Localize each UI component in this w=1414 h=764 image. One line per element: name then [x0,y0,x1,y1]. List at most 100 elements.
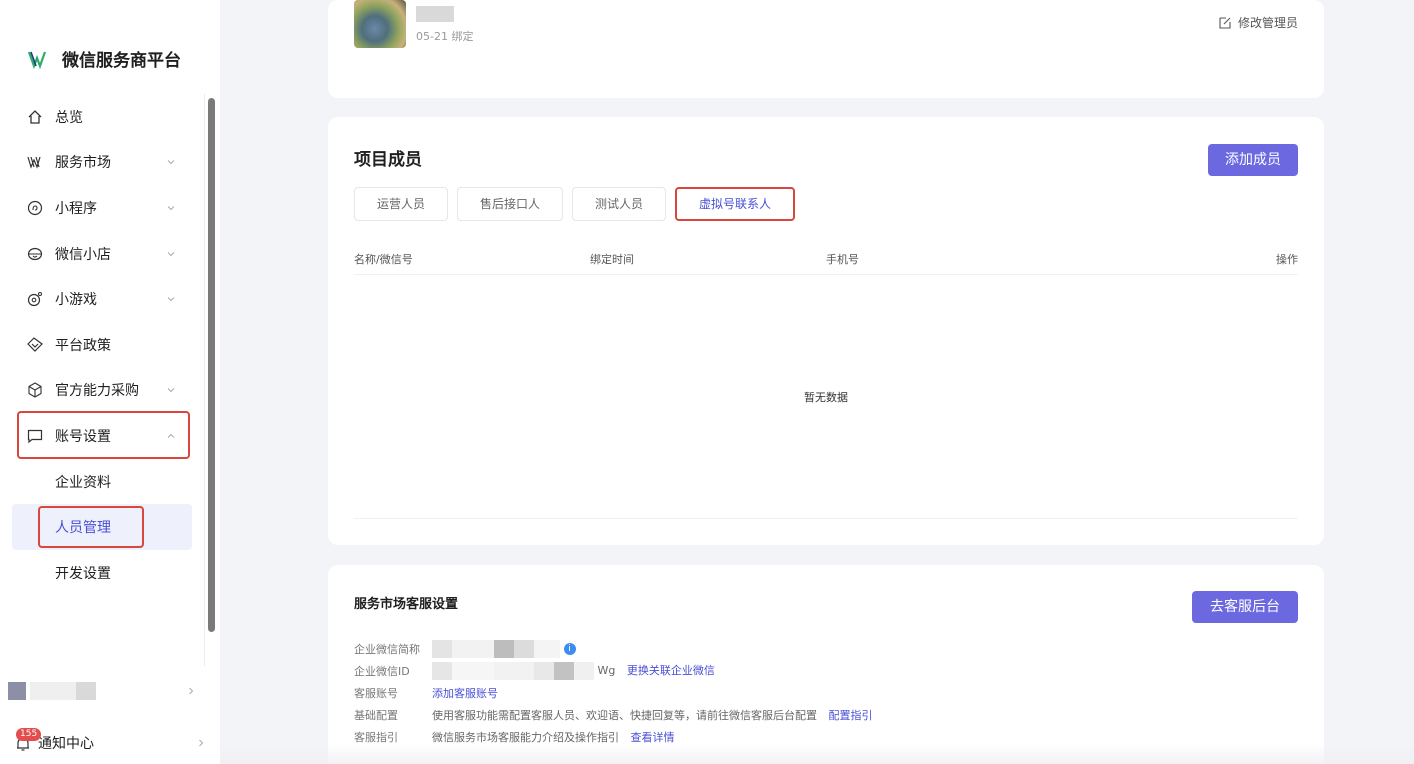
sidebar-subitem-label: 企业资料 [55,474,111,491]
sidebar-item-label: 总览 [55,109,83,126]
guide-text: 微信服务市场客服能力介绍及操作指引 [432,731,619,744]
column-header-name: 名称/微信号 [354,253,413,266]
chevron-down-icon [167,388,175,393]
cs-settings-card: 服务市场客服设置 去客服后台 企业微信简称 i 企业微信ID Wg 更换关联企业… [328,565,1324,764]
go-cs-backend-button[interactable]: 去客服后台 [1192,591,1298,623]
chevron-right-icon [189,687,194,695]
wecom-id-suffix: Wg [597,664,616,677]
cs-row-value: 微信服务市场客服能力介绍及操作指引 查看详情 [432,731,675,745]
notification-badge: 155 [16,728,42,741]
member-tabs: 运营人员 售后接口人 测试人员 虚拟号联系人 [354,187,804,221]
change-wecom-link[interactable]: 更换关联企业微信 [627,664,715,677]
cs-row-label: 客服账号 [354,687,398,700]
sidebar: 微信服务商平台 总览 服务市场 小程序 微信小店 小游戏 平台政策 官方能力采购… [0,0,220,764]
table-header: 名称/微信号 绑定时间 手机号 操作 [354,251,1298,275]
info-icon[interactable]: i [563,643,576,655]
scrollbar-track [204,94,205,666]
blurred-text [432,662,452,680]
account-avatar-blurred [8,682,26,700]
admin-card: 05-21 绑定 修改管理员 [328,0,1324,98]
blurred-text [534,640,560,658]
sidebar-item-shop[interactable]: 微信小店 [12,231,192,277]
sidebar-scrollbar[interactable] [208,98,215,632]
tab-virtual-contacts[interactable]: 虚拟号联系人 [675,187,796,221]
notification-label: 通知中心 [38,736,94,752]
tab-operations[interactable]: 运营人员 [354,187,449,221]
sidebar-item-label: 平台政策 [55,337,111,354]
sidebar-item-miniprogram[interactable]: 小程序 [12,185,192,231]
message-square-icon [26,427,44,445]
sidebar-item-account-settings[interactable]: 账号设置 [12,413,192,459]
chevron-right-icon [199,739,204,747]
chevron-down-icon [167,251,175,256]
miniprogram-icon [26,199,44,217]
blurred-text [494,640,514,658]
sidebar-subitem-label: 开发设置 [55,565,111,582]
sidebar-item-overview[interactable]: 总览 [12,94,192,140]
cs-row-label: 企业微信简称 [354,643,420,656]
config-text: 使用客服功能需配置客服人员、欢迎语、快捷回复等，请前往微信客服后台配置 [432,709,817,722]
sidebar-item-label: 账号设置 [55,428,111,445]
column-header-bind-time: 绑定时间 [590,253,634,266]
sidebar-item-game[interactable]: 小游戏 [12,276,192,322]
members-title: 项目成员 [354,150,422,170]
brand[interactable]: 微信服务商平台 [28,46,181,71]
account-name-blurred [76,682,96,700]
sidebar-item-label: 服务市场 [55,155,111,172]
chevron-down-icon [167,297,175,302]
sidebar-item-policy[interactable]: 平台政策 [12,322,192,368]
sidebar-subitem-company-info[interactable]: 企业资料 [12,459,192,505]
blurred-text [534,662,554,680]
sidebar-item-label: 小游戏 [55,292,97,309]
sidebar-subitem-label: 人员管理 [55,520,111,537]
blurred-text [432,640,452,658]
edit-icon [1219,17,1231,29]
account-switcher[interactable] [8,680,208,704]
view-details-link[interactable]: 查看详情 [631,731,675,744]
sidebar-item-purchase[interactable]: 官方能力采购 [12,368,192,414]
market-icon [26,153,44,171]
wechat-pay-logo-icon [28,51,47,69]
edit-admin-link[interactable]: 修改管理员 [1219,14,1298,31]
config-guide-link[interactable]: 配置指引 [829,709,873,722]
tab-after-sales[interactable]: 售后接口人 [457,187,564,221]
column-header-actions: 操作 [1276,253,1298,266]
admin-name-blurred [416,6,454,22]
add-cs-account-link[interactable]: 添加客服账号 [432,687,498,700]
cs-row-label: 客服指引 [354,731,398,744]
table-divider [354,518,1298,519]
cs-row-value: 使用客服功能需配置客服人员、欢迎语、快捷回复等，请前往微信客服后台配置 配置指引 [432,709,873,723]
chevron-up-icon [167,433,175,438]
admin-avatar [354,0,406,48]
add-member-button[interactable]: 添加成员 [1208,144,1298,176]
sidebar-subitem-dev-settings[interactable]: 开发设置 [12,550,192,596]
edit-admin-label: 修改管理员 [1237,16,1298,30]
admin-bind-date: 05-21 绑定 [416,30,474,43]
blurred-text [452,640,494,658]
blurred-text [452,662,494,680]
brand-name: 微信服务商平台 [62,51,181,71]
cs-row-value: 添加客服账号 [432,687,498,701]
sidebar-item-label: 小程序 [55,200,97,217]
sidebar-item-label: 微信小店 [55,246,111,263]
notification-center[interactable]: 155 通知中心 [16,728,212,756]
cs-row-label: 企业微信ID [354,665,410,678]
tab-testers[interactable]: 测试人员 [572,187,667,221]
game-icon [26,290,44,308]
empty-state: 暂无数据 [804,391,848,404]
sidebar-item-market[interactable]: 服务市场 [12,140,192,186]
policy-icon [26,336,44,354]
sidebar-subitem-member-management[interactable]: 人员管理 [12,504,192,550]
blurred-text [494,662,534,680]
cs-row-value: i [432,640,576,658]
cs-settings-title: 服务市场客服设置 [354,597,459,612]
members-card: 项目成员 添加成员 运营人员 售后接口人 测试人员 虚拟号联系人 名称/微信号 … [328,117,1324,545]
blurred-text [554,662,574,680]
cs-row-value: Wg 更换关联企业微信 [432,662,715,680]
cs-row-label: 基础配置 [354,709,398,722]
shop-icon [26,245,44,263]
package-icon [26,381,44,399]
page-bottom-fade [220,744,1414,764]
column-header-phone: 手机号 [826,253,859,266]
chevron-down-icon [167,160,175,165]
